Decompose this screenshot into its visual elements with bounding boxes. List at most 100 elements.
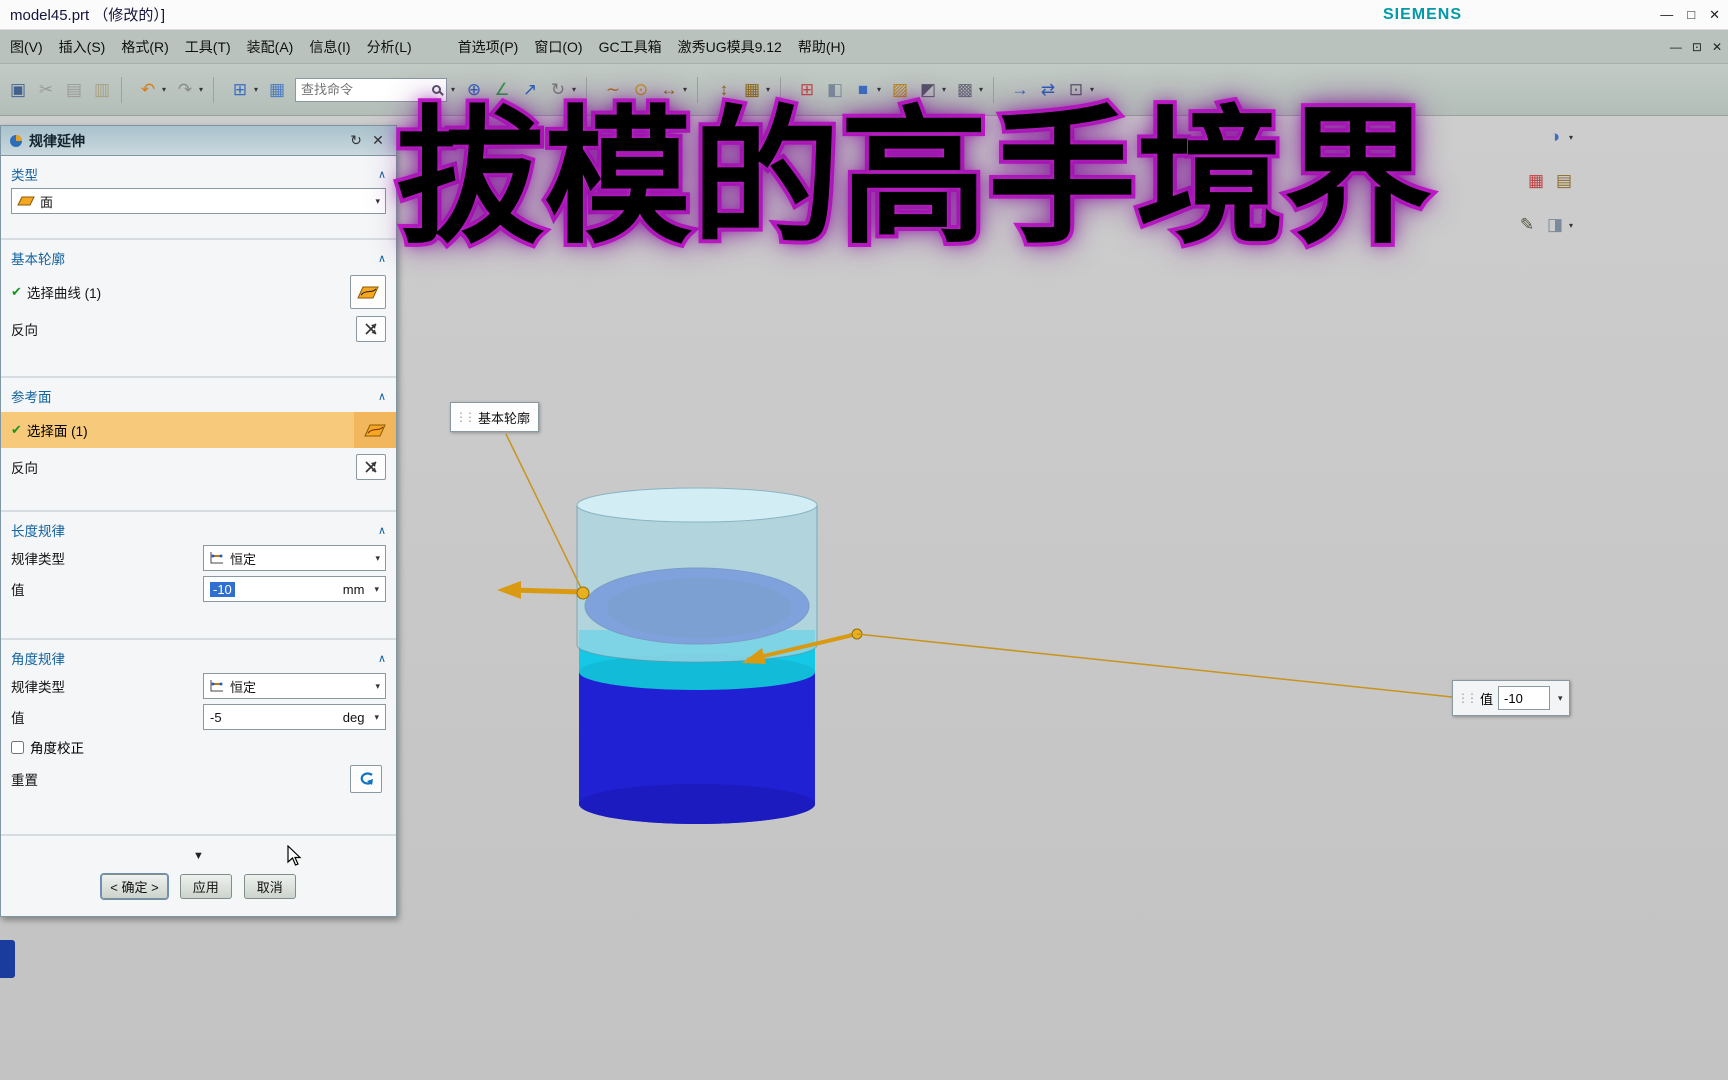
search-input[interactable]: [301, 82, 419, 97]
display-mode-icon[interactable]: ◑: [1542, 124, 1568, 150]
menu-item-6[interactable]: 信息(I): [301, 37, 358, 57]
grid-caret-icon[interactable]: ▾: [766, 85, 775, 94]
datum-csys-icon[interactable]: ∠: [489, 77, 515, 103]
vector-icon[interactable]: ↗: [517, 77, 543, 103]
dialog-header[interactable]: 规律延伸 ↻ ✕: [1, 126, 396, 156]
chevron-up-icon[interactable]: ∧: [378, 652, 386, 665]
dialog-reset-icon[interactable]: ↻: [346, 132, 366, 149]
reset-button[interactable]: [350, 765, 382, 793]
sync-modeling-icon[interactable]: ⇄: [1035, 77, 1061, 103]
export-sheet-icon[interactable]: ▦: [264, 77, 290, 103]
apply-button[interactable]: 应用: [179, 874, 232, 899]
base-profile-tag[interactable]: ⋮⋮ 基本轮廓: [450, 402, 540, 432]
block-icon[interactable]: ■: [850, 77, 876, 103]
shell-icon[interactable]: ◧: [822, 77, 848, 103]
length-value-field[interactable]: -10 mm ▾: [203, 576, 386, 602]
menu-item-10[interactable]: GC工具箱: [591, 37, 670, 57]
window-control-button[interactable]: ✕: [1712, 40, 1722, 54]
dialog-close-icon[interactable]: ✕: [368, 132, 388, 149]
key-icon[interactable]: ⊙: [628, 77, 654, 103]
angle-unit[interactable]: deg: [343, 710, 365, 725]
redo-icon[interactable]: ↷: [172, 77, 198, 103]
angle-law-type-dropdown[interactable]: 恒定 ▾: [203, 673, 386, 699]
ok-button[interactable]: < 确定 >: [101, 874, 168, 899]
cancel-button[interactable]: 取消: [243, 874, 296, 899]
angle-value[interactable]: -5: [210, 710, 222, 725]
angle-value-field[interactable]: -5 deg ▾: [203, 704, 386, 730]
cut-icon[interactable]: ✂: [33, 77, 59, 103]
length-value[interactable]: -10: [210, 581, 235, 597]
caret-down-icon[interactable]: ▾: [374, 584, 379, 595]
menu-item-2[interactable]: 插入(S): [51, 37, 114, 57]
csys-rotate-icon[interactable]: ↻: [545, 77, 571, 103]
block-caret-icon[interactable]: ▾: [877, 85, 886, 94]
redo-caret-icon[interactable]: ▾: [199, 85, 208, 94]
onscreen-value-input[interactable]: ⋮⋮ 值 -10 ▾: [1452, 680, 1570, 716]
window-layout-icon[interactable]: ⊞: [227, 77, 253, 103]
reference-reverse-button[interactable]: [356, 454, 386, 480]
chevron-up-icon[interactable]: ∧: [378, 252, 386, 265]
select-face-row[interactable]: ✔ 选择面 (1): [1, 412, 396, 448]
sheet-red-icon[interactable]: ▦: [1523, 168, 1549, 194]
angle-correction-checkbox[interactable]: [11, 740, 24, 754]
measure-caret-icon[interactable]: ▾: [683, 85, 692, 94]
chevron-up-icon[interactable]: ∧: [378, 168, 386, 181]
menu-item-5[interactable]: 装配(A): [239, 37, 302, 57]
menu-item-12[interactable]: 帮助(H): [790, 37, 853, 57]
spline-icon[interactable]: ∼: [600, 77, 626, 103]
command-search-box[interactable]: [295, 77, 447, 102]
annotate-pencil-icon[interactable]: ✎: [1514, 212, 1540, 238]
sheet-body-icon[interactable]: ▨: [887, 77, 913, 103]
window-control-button[interactable]: —: [1660, 7, 1673, 23]
length-unit[interactable]: mm: [343, 582, 365, 597]
window-control-button[interactable]: ✕: [1709, 7, 1720, 23]
menu-item-8[interactable]: 首选项(P): [450, 37, 527, 57]
menu-item-3[interactable]: 格式(R): [113, 37, 176, 57]
more-tools-icon[interactable]: ⊡: [1063, 77, 1089, 103]
paste-icon[interactable]: ▥: [89, 77, 115, 103]
undo-caret-icon[interactable]: ▾: [162, 85, 171, 94]
onscreen-value[interactable]: -10: [1504, 691, 1523, 706]
dimension-icon[interactable]: ↕: [711, 77, 737, 103]
display-mode-caret-icon[interactable]: ▾: [1569, 133, 1578, 142]
section-view-caret-icon[interactable]: ▾: [942, 85, 951, 94]
onscreen-value-field[interactable]: -10: [1498, 686, 1551, 710]
grid-icon[interactable]: ▦: [739, 77, 765, 103]
length-law-type-dropdown[interactable]: 恒定 ▾: [203, 545, 386, 571]
grip-icon[interactable]: ⋮⋮: [455, 410, 476, 424]
menu-item-4[interactable]: 工具(T): [177, 37, 239, 57]
base-reverse-button[interactable]: [356, 316, 386, 342]
shaded-view-caret-icon[interactable]: ▾: [979, 85, 988, 94]
search-caret-icon[interactable]: ▾: [451, 85, 460, 94]
chevron-up-icon[interactable]: ∧: [378, 524, 386, 537]
window-control-button[interactable]: □: [1687, 7, 1695, 23]
window-layout-caret-icon[interactable]: ▾: [254, 85, 263, 94]
window-control-button[interactable]: —: [1670, 40, 1682, 54]
select-curve-label[interactable]: 选择曲线 (1): [27, 282, 101, 302]
book-icon[interactable]: ▤: [1551, 168, 1577, 194]
menu-item-9[interactable]: 窗口(O): [526, 37, 590, 57]
palette-icon[interactable]: ◨: [1542, 212, 1568, 238]
menu-item-1[interactable]: 图(V): [2, 37, 51, 57]
move-face-icon[interactable]: →: [1007, 77, 1033, 103]
menu-item-7[interactable]: 分析(L): [359, 37, 420, 57]
more-tools-caret-icon[interactable]: ▾: [1090, 85, 1099, 94]
csys-rotate-caret-icon[interactable]: ▾: [572, 85, 581, 94]
expand-more-icon[interactable]: ▼: [1, 850, 396, 862]
copy-icon[interactable]: ▤: [61, 77, 87, 103]
graphics-window[interactable]: 规律延伸 ↻ ✕ 类型 ∧ 面 ▾ 基本轮廓 ∧ ✔ 选择曲线 (1) 反向 参…: [0, 116, 1728, 1080]
type-dropdown[interactable]: 面 ▾: [11, 188, 386, 214]
undo-icon[interactable]: ↶: [135, 77, 161, 103]
select-curve-button[interactable]: [350, 275, 386, 309]
save-icon[interactable]: ▣: [5, 77, 31, 103]
pattern-icon[interactable]: ⊞: [794, 77, 820, 103]
window-control-button[interactable]: ⊡: [1692, 40, 1702, 54]
caret-down-icon[interactable]: ▾: [374, 712, 379, 723]
chevron-up-icon[interactable]: ∧: [378, 390, 386, 403]
caret-down-icon[interactable]: ▾: [1558, 693, 1563, 704]
dock-tab[interactable]: [0, 940, 15, 978]
shaded-view-icon[interactable]: ▩: [952, 77, 978, 103]
section-view-icon[interactable]: ◩: [915, 77, 941, 103]
datum-point-icon[interactable]: ⊕: [461, 77, 487, 103]
palette-caret-icon[interactable]: ▾: [1569, 221, 1578, 230]
